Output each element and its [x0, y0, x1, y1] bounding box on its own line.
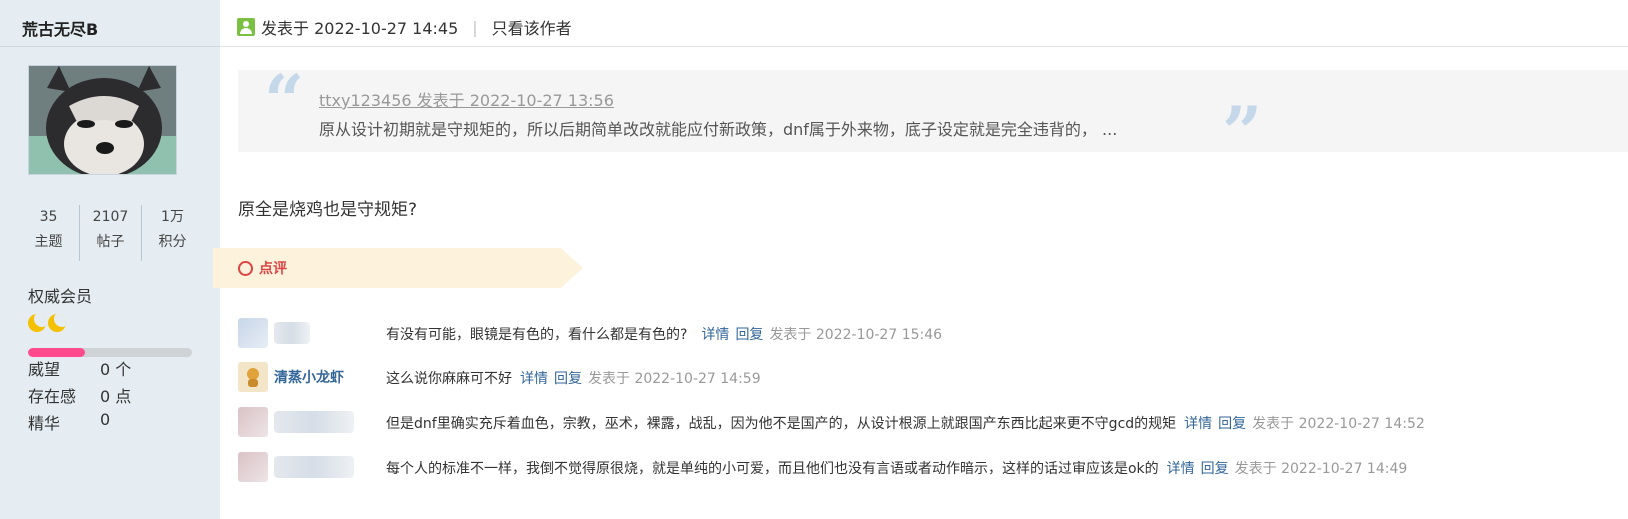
comment-circle-icon	[238, 260, 253, 276]
comment-time: 发表于 2022-10-27 14:49	[1234, 461, 1408, 477]
only-author-link[interactable]: 只看该作者	[492, 15, 572, 39]
stat-credits[interactable]: 1万 积分	[141, 205, 203, 261]
shrimp-avatar-icon	[247, 368, 259, 387]
comment-reply-link[interactable]: 回复	[735, 324, 763, 344]
comment-text: 有没有可能，眼镜是有色的，看什么都是有色的?	[386, 327, 688, 343]
stat-topics-label: 主题	[34, 234, 63, 250]
comment-text: 但是dnf里确实充斥着血色，宗教，巫术，裸露，战乱，因为他不是国产的，从设计根源…	[386, 416, 1177, 432]
post-body: 原全是烧鸡也是守规矩?	[238, 200, 418, 220]
profile-prestige: 威望 0 个	[28, 356, 131, 380]
comment-avatar[interactable]	[238, 452, 268, 482]
header-divider: |	[472, 17, 478, 37]
profile-digest: 精华 0	[28, 410, 110, 434]
online-user-icon	[237, 18, 255, 36]
comment-user[interactable]	[238, 318, 310, 348]
header-divider-line	[220, 46, 1628, 47]
comment-text: 每个人的标准不一样，我倒不觉得原很烧，就是单纯的小可爱，而且他们也没有言语或者动…	[386, 461, 1159, 477]
profile-presence-value: 0 点	[100, 387, 132, 406]
stat-posts[interactable]: 2107 帖子	[79, 205, 141, 261]
comment-user[interactable]	[238, 407, 354, 437]
comment-time: 发表于 2022-10-27 14:52	[1252, 416, 1425, 432]
comment-reply-link[interactable]: 回复	[554, 368, 582, 388]
profile-prestige-label: 威望	[28, 360, 61, 379]
profile-digest-label: 精华	[28, 414, 61, 433]
level-moons	[28, 314, 66, 332]
comment-line: 有没有可能，眼镜是有色的，看什么都是有色的? 详情 回复 发表于 2022-10…	[386, 324, 942, 344]
comment-item: 每个人的标准不一样，我倒不觉得原很烧，就是单纯的小可爱，而且他们也没有言语或者动…	[238, 452, 1628, 488]
comment-detail-link[interactable]: 详情	[1184, 413, 1212, 433]
comment-username-blurred	[274, 411, 354, 433]
comment-username-blurred	[274, 456, 354, 478]
stat-posts-label: 帖子	[96, 234, 125, 250]
stat-credits-value: 1万	[161, 209, 184, 225]
post-time: 发表于 2022-10-27 14:45	[261, 19, 459, 38]
quote-source-link[interactable]: ttxy123456 发表于 2022-10-27 13:56	[319, 87, 614, 111]
usergroup-label[interactable]: 权威会员	[28, 283, 92, 307]
comment-item: 清蒸小龙虾 这么说你麻麻可不好 详情 回复 发表于 2022-10-27 14:…	[238, 362, 1628, 398]
comment-detail-link[interactable]: 详情	[1167, 458, 1195, 478]
comment-username[interactable]: 清蒸小龙虾	[274, 367, 344, 387]
comments-title-label: 点评	[259, 261, 287, 277]
profile-presence: 存在感 0 点	[28, 383, 131, 407]
moon-icon	[28, 314, 46, 332]
comment-reply-link[interactable]: 回复	[1218, 413, 1246, 433]
quote-open-icon: “	[264, 59, 305, 142]
comment-reply-link[interactable]: 回复	[1201, 458, 1229, 478]
comment-avatar[interactable]	[238, 362, 268, 392]
comment-time: 发表于 2022-10-27 15:46	[769, 327, 943, 343]
stat-credits-label: 积分	[158, 234, 187, 250]
comments-title: 点评	[238, 258, 287, 278]
quote-close-icon: ”	[1222, 91, 1263, 174]
sidebar-divider	[0, 46, 220, 47]
stat-topics[interactable]: 35 主题	[18, 205, 79, 261]
comment-detail-link[interactable]: 详情	[520, 368, 548, 388]
stat-posts-value: 2107	[92, 209, 129, 225]
comment-username-blurred	[274, 322, 310, 344]
stat-topics-value: 35	[39, 209, 58, 225]
comment-time: 发表于 2022-10-27 14:59	[588, 371, 761, 387]
husky-avatar-image	[29, 66, 176, 174]
forum-post-page: 荒古无尽B 35 主题 2107 帖子 1万 积分 权威会员 威望 0 个 存在…	[0, 0, 1628, 519]
author-avatar[interactable]	[28, 65, 177, 175]
author-stats: 35 主题 2107 帖子 1万 积分	[18, 205, 203, 261]
post-header: 发表于 2022-10-27 14:45 | 只看该作者	[237, 14, 572, 40]
moon-icon	[48, 314, 66, 332]
comment-detail-link[interactable]: 详情	[701, 324, 729, 344]
comment-line: 但是dnf里确实充斥着血色，宗教，巫术，裸露，战乱，因为他不是国产的，从设计根源…	[386, 413, 1425, 433]
author-name[interactable]: 荒古无尽B	[22, 16, 98, 40]
comment-item: 有没有可能，眼镜是有色的，看什么都是有色的? 详情 回复 发表于 2022-10…	[238, 318, 1628, 354]
comment-user[interactable]: 清蒸小龙虾	[238, 362, 344, 392]
comment-avatar[interactable]	[238, 407, 268, 437]
comment-user[interactable]	[238, 452, 354, 482]
comment-avatar[interactable]	[238, 318, 268, 348]
profile-prestige-value: 0 个	[100, 360, 132, 379]
comment-line: 这么说你麻麻可不好 详情 回复 发表于 2022-10-27 14:59	[386, 368, 761, 388]
comment-line: 每个人的标准不一样，我倒不觉得原很烧，就是单纯的小可爱，而且他们也没有言语或者动…	[386, 458, 1407, 478]
author-sidebar: 荒古无尽B 35 主题 2107 帖子 1万 积分 权威会员 威望 0 个 存在…	[0, 0, 220, 519]
profile-presence-label: 存在感	[28, 387, 77, 406]
comment-text: 这么说你麻麻可不好	[386, 371, 512, 387]
quote-text: 原从设计初期就是守规矩的，所以后期简单改改就能应付新政策，dnf属于外来物，底子…	[319, 120, 1118, 139]
profile-digest-value: 0	[100, 410, 111, 429]
comment-item: 但是dnf里确实充斥着血色，宗教，巫术，裸露，战乱，因为他不是国产的，从设计根源…	[238, 407, 1628, 443]
